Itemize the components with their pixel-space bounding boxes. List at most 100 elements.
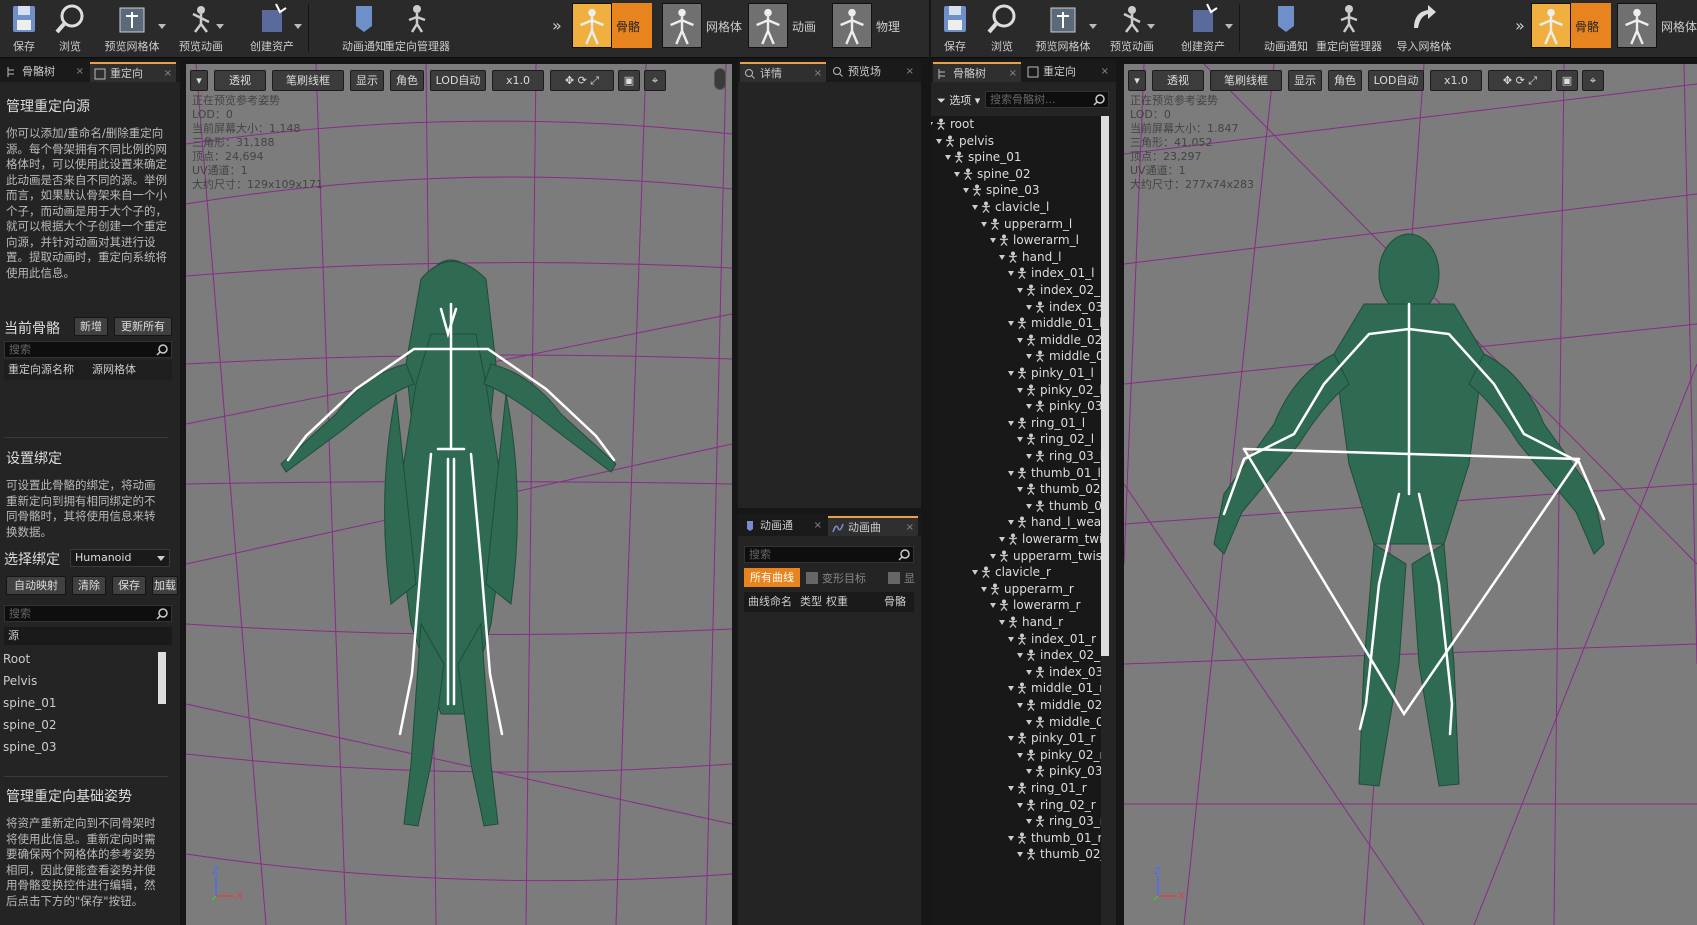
expand-arrow-icon[interactable]: [1008, 470, 1014, 476]
tab-retarget[interactable]: 重定向 ×: [1023, 62, 1113, 82]
toolbar-button-preview-anim[interactable]: 预览动画: [176, 0, 226, 56]
bone-tree-item[interactable]: pinky_02_l: [1017, 382, 1101, 399]
close-icon[interactable]: ×: [164, 64, 172, 82]
expand-arrow-icon[interactable]: [1008, 636, 1014, 642]
expand-arrow-icon[interactable]: [972, 205, 978, 210]
add-source-button[interactable]: 新增: [74, 317, 108, 336]
toolbar-button-retarget-manager[interactable]: 重定向管理器: [382, 0, 452, 56]
tab-skeleton-tree[interactable]: 骨骼树 ×: [933, 62, 1021, 82]
bone-tree-item[interactable]: index_02_l: [1017, 282, 1101, 299]
expand-arrow-icon[interactable]: [1026, 819, 1032, 825]
toolbar-button-retarget-manager[interactable]: 重定向管理器: [1313, 0, 1385, 56]
expand-arrow-icon[interactable]: [1026, 503, 1032, 509]
tree-scrollbar[interactable]: [1101, 116, 1109, 656]
toolbar-button-preview-mesh[interactable]: 预览网格体: [1027, 0, 1099, 56]
close-icon[interactable]: ×: [1101, 62, 1109, 82]
bone-tree-item[interactable]: ring_03_l: [1026, 448, 1101, 465]
playback-speed-button[interactable]: x1.0: [1430, 70, 1482, 91]
character-button[interactable]: 角色: [1328, 70, 1362, 91]
maximize-button[interactable]: ⌖: [644, 70, 666, 91]
camera-button[interactable]: ▣: [1556, 70, 1578, 91]
auto-map-button[interactable]: 自动映射: [6, 576, 66, 595]
lod-button[interactable]: LOD自动: [430, 70, 486, 91]
toolbar-button-import-mesh[interactable]: 导入网格体: [1391, 0, 1457, 56]
rig-search-input[interactable]: 搜索: [4, 605, 172, 622]
bone-tree-item[interactable]: index_03_l: [1026, 299, 1101, 316]
bone-tree-item[interactable]: lowerarm_r: [990, 597, 1081, 614]
expand-arrow-icon[interactable]: [945, 155, 951, 161]
maximize-button[interactable]: ⌖: [1582, 70, 1604, 91]
expand-arrow-icon[interactable]: [936, 138, 942, 144]
bone-tree-item[interactable]: hand_l_weapon: [1008, 514, 1101, 531]
expand-arrow-icon[interactable]: [1008, 420, 1014, 426]
bone-tree-item[interactable]: clavicle_l: [972, 199, 1049, 216]
expand-arrow-icon[interactable]: [1008, 686, 1014, 692]
left-viewport[interactable]: ▾ 透视 笔刷线框 显示 角色 LOD自动 x1.0 ✥ ⟳ ⤢ ▣ ⌖ 正在预…: [186, 64, 732, 925]
bone-tree-item[interactable]: index_02_r: [1017, 647, 1101, 664]
mode-button-0[interactable]: 骨骼: [1531, 3, 1611, 48]
expand-arrow-icon[interactable]: [1026, 719, 1032, 725]
chevron-down-icon[interactable]: [294, 24, 302, 29]
list-item[interactable]: Pelvis: [0, 670, 37, 692]
list-scrollbar[interactable]: [158, 652, 166, 704]
bone-tree-item[interactable]: middle_03_r: [1026, 714, 1101, 731]
chevron-down-icon[interactable]: [1089, 24, 1097, 29]
expand-arrow-icon[interactable]: [1017, 487, 1023, 493]
bone-tree-item[interactable]: middle_03_l: [1026, 348, 1101, 365]
mode-button-1[interactable]: 网格体: [662, 3, 746, 48]
toolbar-button-browse[interactable]: 浏览: [52, 0, 88, 56]
expand-arrow-icon[interactable]: [1026, 769, 1032, 775]
close-icon[interactable]: ×: [906, 518, 914, 536]
expand-arrow-icon[interactable]: [990, 603, 996, 609]
tab-details[interactable]: 详情 ×: [740, 62, 826, 82]
expand-arrow-icon[interactable]: [981, 586, 987, 592]
bone-search-input[interactable]: 搜索骨骼树...: [985, 91, 1109, 108]
toolbar-button-save[interactable]: 保存: [937, 0, 973, 56]
expand-arrow-icon[interactable]: [1017, 437, 1023, 443]
close-icon[interactable]: ×: [814, 64, 822, 82]
expand-arrow-icon[interactable]: [1008, 786, 1014, 791]
expand-arrow-icon[interactable]: [1008, 835, 1014, 841]
expand-arrow-icon[interactable]: [1017, 852, 1023, 858]
bone-tree-item[interactable]: pinky_01_l: [1008, 365, 1094, 382]
load-rig-button[interactable]: 加载: [152, 576, 178, 595]
toolbar-overflow-chevron[interactable]: »: [552, 16, 562, 35]
close-icon[interactable]: ×: [1009, 64, 1017, 82]
tab-preview-scene[interactable]: 预览场 ×: [828, 62, 918, 82]
bone-tree-item[interactable]: index_01_l: [1008, 265, 1094, 282]
bone-tree-item[interactable]: upperarm_l: [981, 216, 1072, 233]
expand-arrow-icon[interactable]: [1026, 304, 1032, 310]
morph-target-checkbox[interactable]: 变形目标: [806, 570, 866, 586]
close-icon[interactable]: ×: [814, 516, 822, 536]
expand-arrow-icon[interactable]: [990, 553, 996, 559]
viewport-scrollbar[interactable]: [714, 68, 726, 90]
mode-button-1[interactable]: 网格体: [1617, 3, 1697, 48]
viewport-options-button[interactable]: ▾: [190, 70, 208, 91]
toolbar-button-preview-anim[interactable]: 预览动画: [1107, 0, 1157, 56]
update-all-button[interactable]: 更新所有: [114, 317, 172, 336]
list-item[interactable]: Root: [0, 648, 30, 670]
mode-button-0[interactable]: 骨骼: [572, 3, 652, 48]
bone-tree-item[interactable]: pinky_02_r: [1017, 747, 1101, 764]
expand-arrow-icon[interactable]: [1008, 321, 1014, 327]
clear-button[interactable]: 清除: [72, 576, 106, 595]
bone-tree-item[interactable]: ring_03_r: [1026, 813, 1101, 830]
bone-tree-item[interactable]: thumb_01_r: [1008, 830, 1101, 847]
bone-tree-item[interactable]: pinky_01_r: [1008, 730, 1095, 747]
wireframe-button[interactable]: 笔刷线框: [1210, 70, 1282, 91]
bone-tree-item[interactable]: clavicle_r: [972, 564, 1051, 581]
expand-arrow-icon[interactable]: [931, 122, 933, 127]
chevron-down-icon[interactable]: [216, 24, 224, 29]
bone-tree-item[interactable]: thumb_02_l: [1017, 481, 1101, 498]
expand-arrow-icon[interactable]: [1017, 653, 1023, 659]
all-curves-button[interactable]: 所有曲线: [744, 568, 800, 587]
bone-tree-item[interactable]: ring_01_r: [1008, 780, 1087, 797]
expand-arrow-icon[interactable]: [1017, 387, 1023, 393]
playback-speed-button[interactable]: x1.0: [492, 70, 544, 91]
expand-arrow-icon[interactable]: [981, 221, 987, 227]
expand-arrow-icon[interactable]: [999, 537, 1005, 542]
expand-arrow-icon[interactable]: [1017, 802, 1023, 808]
expand-arrow-icon[interactable]: [954, 171, 960, 177]
bone-tree-item[interactable]: ring_01_l: [1008, 415, 1085, 432]
bone-tree-item[interactable]: pinky_03_l: [1026, 398, 1101, 415]
